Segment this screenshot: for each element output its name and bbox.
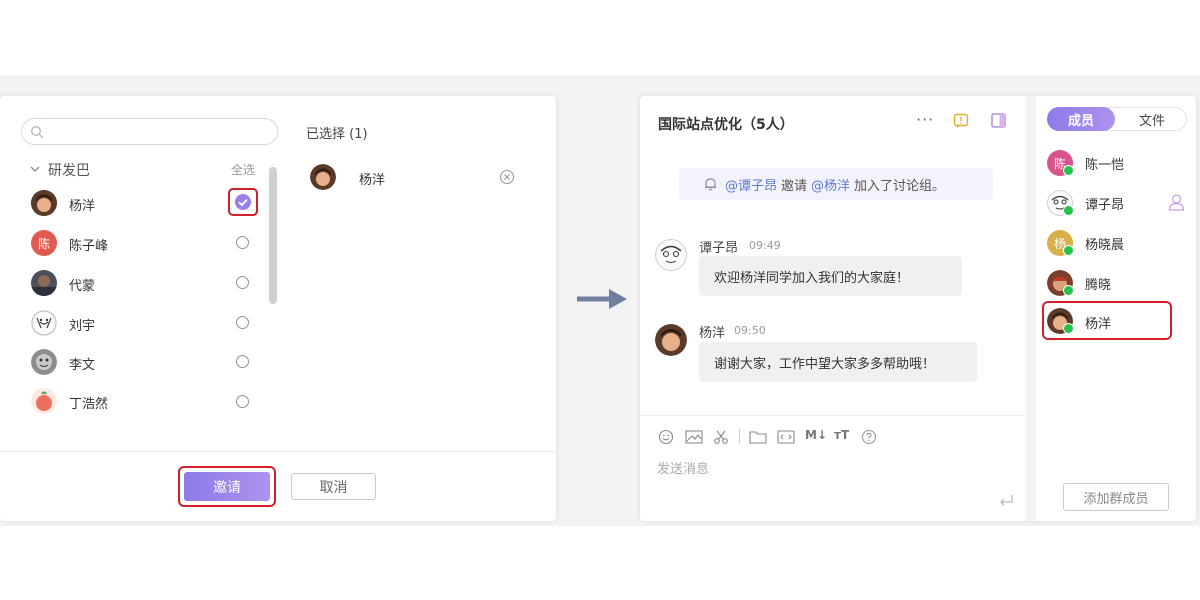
invite-button[interactable]: 邀请 bbox=[184, 472, 270, 501]
input-toolbar: M↓ ᴛT bbox=[658, 428, 888, 446]
member-name: 李文 bbox=[69, 358, 96, 373]
member-name[interactable]: 谭子昂 bbox=[1085, 194, 1124, 213]
member-name[interactable]: 腾晓 bbox=[1085, 274, 1111, 293]
group-name: 研发巴 bbox=[48, 163, 90, 179]
toolbar-separator bbox=[739, 429, 740, 444]
markdown-icon[interactable]: M↓ bbox=[805, 428, 827, 442]
member-checkbox[interactable] bbox=[236, 276, 249, 289]
search-field[interactable] bbox=[48, 122, 272, 143]
member-checkbox[interactable] bbox=[236, 236, 249, 249]
folder-icon[interactable] bbox=[749, 430, 767, 444]
invite-dialog: 研发巴 全选 杨洋 陈 陈子峰 代蒙 刘宇 李文 丁浩然 已选择 (1) 杨洋 … bbox=[0, 96, 556, 521]
online-indicator bbox=[1063, 285, 1074, 296]
message-sender: 谭子昂 bbox=[699, 241, 739, 256]
members-tabs: 成员 文件 bbox=[1047, 107, 1187, 131]
scrollbar[interactable] bbox=[269, 167, 277, 304]
online-indicator bbox=[1063, 245, 1074, 256]
emoji-icon[interactable] bbox=[658, 429, 674, 445]
member-name[interactable]: 杨洋 bbox=[1085, 313, 1111, 332]
image-icon[interactable] bbox=[685, 430, 703, 444]
help-icon[interactable] bbox=[861, 429, 877, 445]
mention-invitee[interactable]: @杨洋 bbox=[811, 175, 850, 194]
search-icon bbox=[31, 126, 43, 138]
member-name: 丁浩然 bbox=[69, 397, 109, 412]
arrow-right-icon bbox=[577, 289, 627, 309]
online-indicator bbox=[1063, 323, 1074, 334]
message-text: 谢谢大家，工作中望大家多多帮助哦！ bbox=[714, 357, 936, 372]
member-name[interactable]: 陈一恺 bbox=[1085, 154, 1124, 173]
tab-members[interactable]: 成员 bbox=[1047, 107, 1115, 131]
bell-icon bbox=[705, 178, 716, 191]
member-name: 刘宇 bbox=[69, 319, 96, 334]
input-divider bbox=[640, 415, 1026, 416]
notice-verb: 邀请 bbox=[781, 178, 808, 194]
avatar-text: 陈 bbox=[37, 236, 50, 251]
member-name: 杨洋 bbox=[69, 199, 96, 214]
message-bubble: 欢迎杨洋同学加入我们的大家庭！ bbox=[699, 256, 962, 296]
message-text: 欢迎杨洋同学加入我们的大家庭！ bbox=[714, 271, 910, 286]
member-checkbox-checked[interactable] bbox=[235, 194, 251, 210]
member-checkbox[interactable] bbox=[236, 316, 249, 329]
avatar bbox=[31, 270, 57, 296]
avatar bbox=[655, 239, 687, 271]
online-indicator bbox=[1063, 205, 1074, 216]
notice-rest: 加入了讨论组。 bbox=[854, 178, 946, 194]
add-member-button[interactable]: 添加群成员 bbox=[1063, 483, 1169, 511]
chevron-down-icon[interactable] bbox=[30, 165, 40, 173]
footer-divider bbox=[0, 451, 556, 452]
selected-member-name: 杨洋 bbox=[359, 173, 386, 188]
member-name[interactable]: 杨晓晨 bbox=[1085, 234, 1124, 253]
search-input[interactable] bbox=[21, 118, 278, 145]
tab-files[interactable]: 文件 bbox=[1118, 107, 1186, 131]
avatar: 陈 bbox=[31, 230, 57, 256]
sidebar-toggle-icon[interactable] bbox=[991, 113, 1006, 128]
enter-icon[interactable] bbox=[998, 494, 1014, 507]
avatar bbox=[31, 310, 57, 336]
code-icon[interactable] bbox=[777, 430, 795, 444]
scissors-icon[interactable] bbox=[713, 429, 729, 445]
message-sender: 杨洋 bbox=[699, 326, 726, 341]
system-notice: @谭子昂 邀请 @杨洋 加入了讨论组。 bbox=[679, 168, 993, 200]
member-checkbox[interactable] bbox=[236, 355, 249, 368]
chat-title: 国际站点优化（5人） bbox=[658, 117, 794, 133]
check-icon bbox=[238, 198, 248, 207]
message-input[interactable]: 发送消息 bbox=[657, 458, 709, 477]
member-name: 陈子峰 bbox=[69, 239, 109, 254]
more-icon[interactable]: ··· bbox=[916, 110, 934, 129]
text-format-icon[interactable]: ᴛT bbox=[834, 428, 849, 442]
chat-window: 国际站点优化（5人） ··· @谭子昂 邀请 @杨洋 加入了讨论组。 谭子昂 0… bbox=[640, 96, 1196, 521]
avatar bbox=[31, 190, 57, 216]
avatar bbox=[31, 388, 57, 414]
avatar bbox=[31, 349, 57, 375]
panel-divider bbox=[1026, 96, 1036, 521]
remove-icon[interactable] bbox=[499, 169, 515, 185]
member-name: 代蒙 bbox=[69, 279, 96, 294]
selected-title: 已选择 (1) bbox=[306, 127, 368, 142]
notice-icon[interactable] bbox=[953, 113, 969, 129]
online-indicator bbox=[1063, 165, 1074, 176]
member-checkbox[interactable] bbox=[236, 395, 249, 408]
mention-inviter[interactable]: @谭子昂 bbox=[725, 175, 777, 194]
user-profile-icon[interactable] bbox=[1168, 193, 1185, 211]
select-all-link[interactable]: 全选 bbox=[231, 161, 255, 178]
avatar bbox=[310, 164, 336, 190]
cancel-button[interactable]: 取消 bbox=[291, 473, 376, 500]
message-bubble: 谢谢大家，工作中望大家多多帮助哦！ bbox=[699, 342, 977, 382]
message-time: 09:50 bbox=[734, 324, 766, 337]
message-time: 09:49 bbox=[749, 239, 781, 252]
avatar bbox=[655, 324, 687, 356]
